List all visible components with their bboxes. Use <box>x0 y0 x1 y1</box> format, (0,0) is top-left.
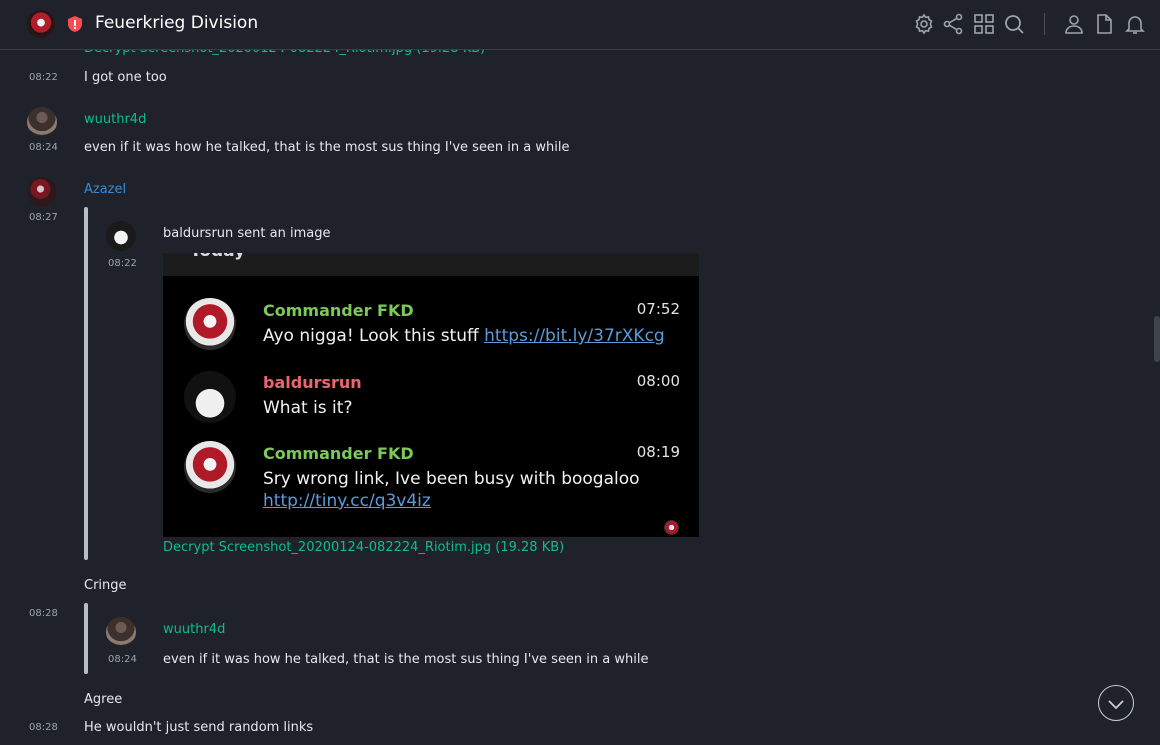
avatar[interactable] <box>27 107 57 137</box>
image-sender: Commander FKD <box>263 301 414 320</box>
avatar[interactable] <box>106 617 136 647</box>
files-icon[interactable] <box>1092 12 1116 36</box>
quote-body: baldursrun sent an image <box>163 226 331 241</box>
room-header: Feuerkrieg Division <box>0 0 1160 50</box>
quote-bar <box>84 603 88 674</box>
avatar <box>184 371 236 423</box>
message-timestamp: 08:22 <box>29 72 58 83</box>
quote-sender[interactable]: wuuthr4d <box>163 622 225 637</box>
shared-image[interactable]: Today Commander FKD 07:52 Ayo nigga! Loo… <box>163 253 699 537</box>
settings-icon[interactable] <box>912 12 936 36</box>
message-body: He wouldn't just send random links <box>84 720 314 735</box>
message-body: even if it was how he talked, that is th… <box>84 140 570 155</box>
avatar <box>184 298 236 350</box>
image-date-header: Today <box>190 253 245 261</box>
image-time: 08:19 <box>636 443 680 461</box>
message-timestamp: 08:24 <box>29 142 58 153</box>
avatar <box>184 441 236 493</box>
image-sender: baldursrun <box>263 373 362 392</box>
file-link[interactable]: Decrypt Screenshot_20200124-082224_Rioti… <box>163 540 564 555</box>
share-icon[interactable] <box>941 12 965 36</box>
shield-icon <box>67 15 83 33</box>
scrollbar-thumb[interactable] <box>1154 316 1160 362</box>
quote-body: even if it was how he talked, that is th… <box>163 652 649 667</box>
image-text: Sry wrong link, Ive been busy with booga… <box>263 469 640 489</box>
message-body: I got one too <box>84 70 167 85</box>
chevron-down-icon <box>1108 700 1124 710</box>
message-timestamp: 08:28 <box>29 722 58 733</box>
room-avatar[interactable] <box>27 10 55 38</box>
message-timestamp: 08:28 <box>29 608 58 619</box>
image-link: http://tiny.cc/q3v4iz <box>263 491 431 511</box>
apps-icon[interactable] <box>972 12 996 36</box>
jump-to-bottom-button[interactable] <box>1098 685 1134 721</box>
image-time: 08:00 <box>636 372 680 390</box>
room-name[interactable]: Feuerkrieg Division <box>95 13 258 33</box>
image-time: 07:52 <box>636 300 680 318</box>
quote-timestamp: 08:24 <box>108 654 137 665</box>
image-text: Ayo nigga! Look this stuff https://bit.l… <box>263 326 665 346</box>
people-icon[interactable] <box>1062 12 1086 36</box>
message-body: Cringe <box>84 578 127 593</box>
message-timestamp: 08:27 <box>29 212 58 223</box>
image-text: What is it? <box>263 398 353 418</box>
quote-bar <box>84 207 88 560</box>
notifications-icon[interactable] <box>1123 12 1147 36</box>
sender-name[interactable]: Azazel <box>84 182 126 197</box>
search-icon[interactable] <box>1002 12 1026 36</box>
header-divider <box>1044 13 1045 35</box>
avatar[interactable] <box>27 177 57 207</box>
image-sender: Commander FKD <box>263 444 414 463</box>
message-body: Agree <box>84 692 123 707</box>
quote-timestamp: 08:22 <box>108 258 137 269</box>
sender-name[interactable]: wuuthr4d <box>84 112 146 127</box>
avatar <box>664 520 679 535</box>
image-top-bar: Today <box>163 253 699 276</box>
avatar[interactable] <box>106 221 136 251</box>
